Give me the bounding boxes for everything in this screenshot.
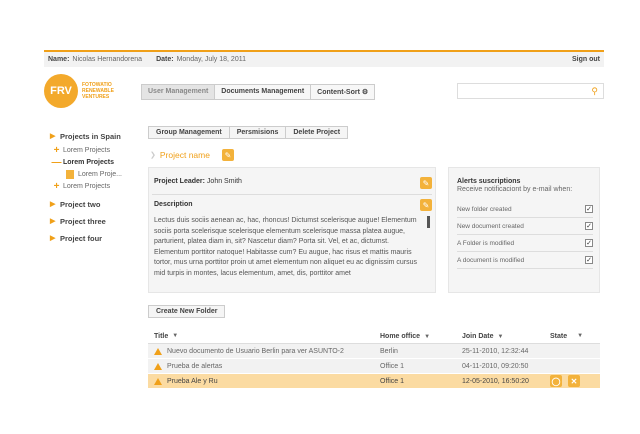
delete-icon[interactable]: ✕ [568,375,580,387]
sidebar-item-project-three[interactable]: ▶ Project three [50,215,140,227]
user-name: Nicolas Hernandorena [72,56,143,63]
project-sidebar: ▶ Projects in Spain + Lorem Projects — Lor… [50,130,140,246]
plus-icon[interactable]: + [50,181,63,192]
sort-down-icon: ▼ [424,333,431,340]
chevron-right-icon: ❯ [150,152,156,159]
tab-delete-project[interactable]: Delete Project [286,127,347,138]
nav-documents-management[interactable]: Documents Management [215,85,312,99]
checkbox[interactable]: ✓ [585,256,593,264]
date-label: Date: [156,56,174,63]
divider [152,194,432,195]
sign-out-link[interactable]: Sign out [572,56,600,63]
edit-pencil-icon[interactable]: ✎ [420,177,432,189]
alerts-panel: Alerts suscriptions Receive notificacion… [448,167,600,293]
alert-option: New document created ✓ [457,218,593,235]
view-icon[interactable]: ◯ [550,375,562,387]
sidebar-item-project-four[interactable]: ▶ Project four [50,232,140,244]
main-nav: User Management Documents Management Con… [141,84,376,100]
column-home-office[interactable]: Home office ▼ [376,333,458,340]
create-new-folder-button[interactable]: Create New Folder [148,305,226,318]
project-tabs: Group Management Persmisions Delete Proj… [148,126,349,139]
project-leader: Project Leader: John Smith [154,178,242,185]
project-details-panel: Project Leader: John Smith ✎ Description… [148,167,436,293]
sidebar-item-project-two[interactable]: ▶ Project two [50,198,140,210]
project-name-row: ❯ Project name ✎ [150,149,234,161]
logo: FRV [44,74,78,108]
triangle-right-icon: ▶ [50,133,56,140]
triangle-right-icon: ▶ [50,235,56,242]
name-label: Name: [48,56,70,63]
table-row[interactable]: Prueba de alertas Office 1 04-11-2010, 0… [148,359,600,374]
header: FRV FOTOWATIO RENEWABLE VENTURES User Ma… [44,72,604,112]
document-icon [66,169,74,179]
checkbox[interactable]: ✓ [585,239,593,247]
warning-icon [154,377,162,385]
description-text: Lectus duis sociis aenean ac, hac, rhonc… [154,217,418,277]
alerts-title: Alerts suscriptions [457,178,521,185]
warning-icon [154,347,162,355]
alert-option: A Folder is modified ✓ [457,235,593,252]
table-header: Title ▼ Home office ▼ Join Date ▼ State ▼ [148,329,600,344]
top-bar: Name: Nicolas Hernandorena Date: Monday,… [44,50,604,67]
project-name: Project name [159,150,210,160]
tab-group-management[interactable]: Group Management [149,127,230,138]
search-icon[interactable]: ⚲ [591,86,598,97]
checkbox[interactable]: ✓ [585,205,593,213]
table-row-selected[interactable]: Prueba Ale y Ru Office 1 12-05-2010, 16:… [148,374,600,389]
minus-icon[interactable]: — [50,157,63,168]
tab-permissions[interactable]: Persmisions [230,127,287,138]
column-state[interactable]: State ▼ [546,333,600,340]
warning-icon [154,362,162,370]
alert-option: New folder created ✓ [457,201,593,218]
sidebar-subitem-active[interactable]: — Lorem Projects [50,156,140,168]
triangle-right-icon: ▶ [50,218,56,225]
sidebar-subitem[interactable]: + Lorem Projects [50,180,140,192]
logo-text: FOTOWATIO RENEWABLE VENTURES [82,82,114,100]
sort-down-icon: ▼ [172,333,179,339]
checkbox[interactable]: ✓ [585,222,593,230]
triangle-right-icon: ▶ [50,201,56,208]
plus-icon[interactable]: + [50,145,63,156]
sidebar-subitem[interactable]: + Lorem Projects [50,144,140,156]
nav-user-management[interactable]: User Management [142,85,216,99]
sort-down-icon: ▼ [497,333,504,340]
table-row[interactable]: Nuevo documento de Usuario Berlin para v… [148,344,600,359]
nav-content-sort[interactable]: Content-Sort ⚙ [311,85,374,99]
description-title: Description [154,201,193,208]
sidebar-subsubitem[interactable]: Lorem Proje... [50,168,140,180]
sort-down-icon: ▼ [577,333,584,339]
column-title[interactable]: Title ▼ [148,333,376,340]
column-join-date[interactable]: Join Date ▼ [458,333,546,340]
alerts-subtitle: Receive notificaciont by e-mail when: [457,186,573,193]
sidebar-item-projects-in-spain[interactable]: ▶ Projects in Spain [50,130,140,142]
edit-pencil-icon[interactable]: ✎ [420,199,432,211]
alert-option: A document is modified ✓ [457,252,593,269]
edit-pencil-icon[interactable]: ✎ [221,149,234,161]
current-date: Monday, July 18, 2011 [176,56,246,63]
documents-table: Title ▼ Home office ▼ Join Date ▼ State ▼ Nu… [148,329,600,389]
scrollbar[interactable] [427,216,430,228]
search-input[interactable]: ⚲ [457,83,604,99]
